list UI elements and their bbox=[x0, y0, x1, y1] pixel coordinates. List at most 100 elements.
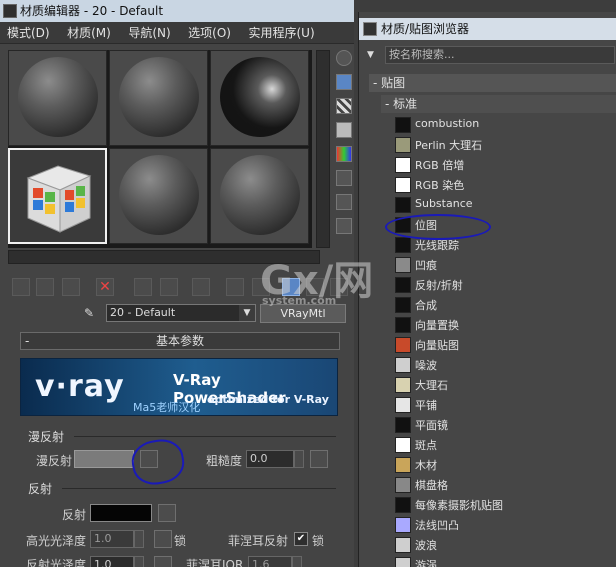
slots-vertical-scrollbar[interactable] bbox=[316, 50, 330, 248]
map-list-item[interactable]: 平面镜 bbox=[393, 415, 616, 435]
search-input[interactable]: 按名称搜索... bbox=[385, 46, 615, 64]
hilight-glossiness-spinner[interactable] bbox=[134, 530, 144, 548]
map-list-item[interactable]: 漩涡 bbox=[393, 555, 616, 567]
copy-material-icon[interactable] bbox=[134, 278, 152, 296]
map-list-item[interactable]: 反射/折射 bbox=[393, 275, 616, 295]
lock-label: 锁 bbox=[174, 534, 187, 548]
roughness-spinner[interactable] bbox=[294, 450, 304, 468]
reflection-glossiness-input[interactable]: 1.0 bbox=[90, 556, 134, 567]
map-list-item[interactable]: 大理石 bbox=[393, 375, 616, 395]
eyedropper-icon[interactable]: ✎ bbox=[84, 306, 98, 320]
reset-map-icon[interactable]: ✕ bbox=[96, 278, 114, 296]
sample-slot-6[interactable] bbox=[210, 148, 309, 244]
diffuse-label: 漫反射 bbox=[36, 454, 73, 468]
map-list-item[interactable]: Substance bbox=[393, 195, 616, 215]
sample-uv-tiling-icon[interactable] bbox=[336, 122, 352, 138]
map-list-item[interactable]: 向量贴图 bbox=[393, 335, 616, 355]
fresnel-ior-label: 菲涅耳IOR bbox=[186, 558, 244, 567]
map-name: Substance bbox=[415, 197, 473, 210]
map-list-item[interactable]: RGB 倍增 bbox=[393, 155, 616, 175]
map-name: 向量贴图 bbox=[415, 339, 459, 352]
fresnel-ior-spinner[interactable] bbox=[292, 556, 302, 567]
map-browser-titlebar: 材质/贴图浏览器 bbox=[359, 18, 616, 40]
map-name: RGB 倍增 bbox=[415, 159, 465, 172]
roughness-input[interactable]: 0.0 bbox=[246, 450, 294, 468]
map-list-item[interactable]: 法线凹凸 bbox=[393, 515, 616, 535]
map-list-item[interactable]: 向量置换 bbox=[393, 315, 616, 335]
search-options-icon[interactable]: ▼ bbox=[367, 50, 379, 60]
map-list-item[interactable]: 每像素摄影机贴图 bbox=[393, 495, 616, 515]
sample-slot-3[interactable] bbox=[210, 50, 309, 146]
make-preview-icon[interactable] bbox=[336, 170, 352, 186]
menu-material[interactable]: 材质(M) bbox=[60, 22, 118, 44]
menu-options[interactable]: 选项(O) bbox=[181, 22, 238, 44]
map-name: 棋盘格 bbox=[415, 479, 448, 492]
map-list-item[interactable]: 木材 bbox=[393, 455, 616, 475]
map-list-item[interactable]: RGB 染色 bbox=[393, 175, 616, 195]
sample-slot-2[interactable] bbox=[109, 50, 208, 146]
map-name: 法线凹凸 bbox=[415, 519, 459, 532]
fresnel-ior-input[interactable]: 1.6 bbox=[248, 556, 292, 567]
map-list-item[interactable]: 噪波 bbox=[393, 355, 616, 375]
backlight-icon[interactable] bbox=[336, 74, 352, 90]
background-checker-icon[interactable] bbox=[336, 98, 352, 114]
map-name: 噪波 bbox=[415, 359, 437, 372]
select-by-material-icon[interactable] bbox=[336, 218, 352, 234]
group-divider bbox=[62, 488, 336, 489]
sample-slot-1[interactable] bbox=[8, 50, 107, 146]
diffuse-color-swatch[interactable] bbox=[74, 450, 134, 468]
menu-utilities[interactable]: 实用程序(U) bbox=[241, 22, 321, 44]
basic-parameters-rollout-header[interactable]: - 基本参数 bbox=[20, 332, 340, 350]
hilight-glossiness-input[interactable]: 1.0 bbox=[90, 530, 134, 548]
subcategory-standard[interactable]: - 标准 bbox=[381, 95, 616, 113]
assign-to-selection-icon[interactable] bbox=[62, 278, 80, 296]
category-maps[interactable]: - 贴图 bbox=[369, 74, 616, 92]
map-swatch-icon bbox=[395, 277, 411, 293]
map-swatch-icon bbox=[395, 317, 411, 333]
reflection-glossiness-map-button[interactable] bbox=[154, 556, 172, 567]
sphere-preview bbox=[119, 57, 199, 137]
reflect-map-button[interactable] bbox=[158, 504, 176, 522]
roughness-map-button[interactable] bbox=[310, 450, 328, 468]
chevron-down-icon[interactable]: ▼ bbox=[239, 305, 255, 321]
map-swatch-icon bbox=[395, 237, 411, 253]
sphere-preview bbox=[220, 155, 300, 235]
sphere-preview bbox=[119, 155, 199, 235]
map-list-item[interactable]: 合成 bbox=[393, 295, 616, 315]
video-color-check-icon[interactable] bbox=[336, 146, 352, 162]
fresnel-checkbox[interactable]: ✔ bbox=[294, 532, 308, 546]
hilight-glossiness-map-button[interactable] bbox=[154, 530, 172, 548]
map-list-item[interactable]: 斑点 bbox=[393, 435, 616, 455]
menu-mode[interactable]: 模式(D) bbox=[0, 22, 57, 44]
make-unique-icon[interactable] bbox=[160, 278, 178, 296]
options-icon[interactable] bbox=[336, 194, 352, 210]
group-divider bbox=[74, 436, 336, 437]
reflection-glossiness-spinner[interactable] bbox=[134, 556, 144, 567]
material-id-channel-icon[interactable] bbox=[226, 278, 244, 296]
sphere-preview bbox=[220, 57, 300, 137]
map-name: 大理石 bbox=[415, 379, 448, 392]
material-editor-app-icon bbox=[3, 4, 17, 18]
map-list-item[interactable]: combustion bbox=[393, 115, 616, 135]
material-name-field[interactable]: 20 - Default ▼ bbox=[106, 304, 256, 322]
put-to-scene-icon[interactable] bbox=[36, 278, 54, 296]
map-list-item[interactable]: 凹痕 bbox=[393, 255, 616, 275]
fresnel-label: 菲涅耳反射 bbox=[228, 534, 289, 548]
menu-navigation[interactable]: 导航(N) bbox=[121, 22, 177, 44]
sample-type-icon[interactable] bbox=[336, 50, 352, 66]
reflect-color-swatch[interactable] bbox=[90, 504, 152, 522]
map-swatch-icon bbox=[395, 357, 411, 373]
map-swatch-icon bbox=[395, 157, 411, 173]
lock2-label: 锁 bbox=[312, 534, 325, 548]
sample-slot-5[interactable] bbox=[109, 148, 208, 244]
map-list-item[interactable]: 平铺 bbox=[393, 395, 616, 415]
put-to-library-icon[interactable] bbox=[192, 278, 210, 296]
map-list-item[interactable]: 波浪 bbox=[393, 535, 616, 555]
map-list-item[interactable]: 棋盘格 bbox=[393, 475, 616, 495]
sample-slot-4-selected[interactable] bbox=[8, 148, 107, 244]
map-list-item[interactable]: Perlin 大理石 bbox=[393, 135, 616, 155]
reflection-glossiness-label: 反射光泽度 bbox=[26, 558, 87, 567]
material-editor-title: 材质编辑器 - 20 - Default bbox=[20, 4, 164, 18]
get-material-icon[interactable] bbox=[12, 278, 30, 296]
map-swatch-icon bbox=[395, 477, 411, 493]
